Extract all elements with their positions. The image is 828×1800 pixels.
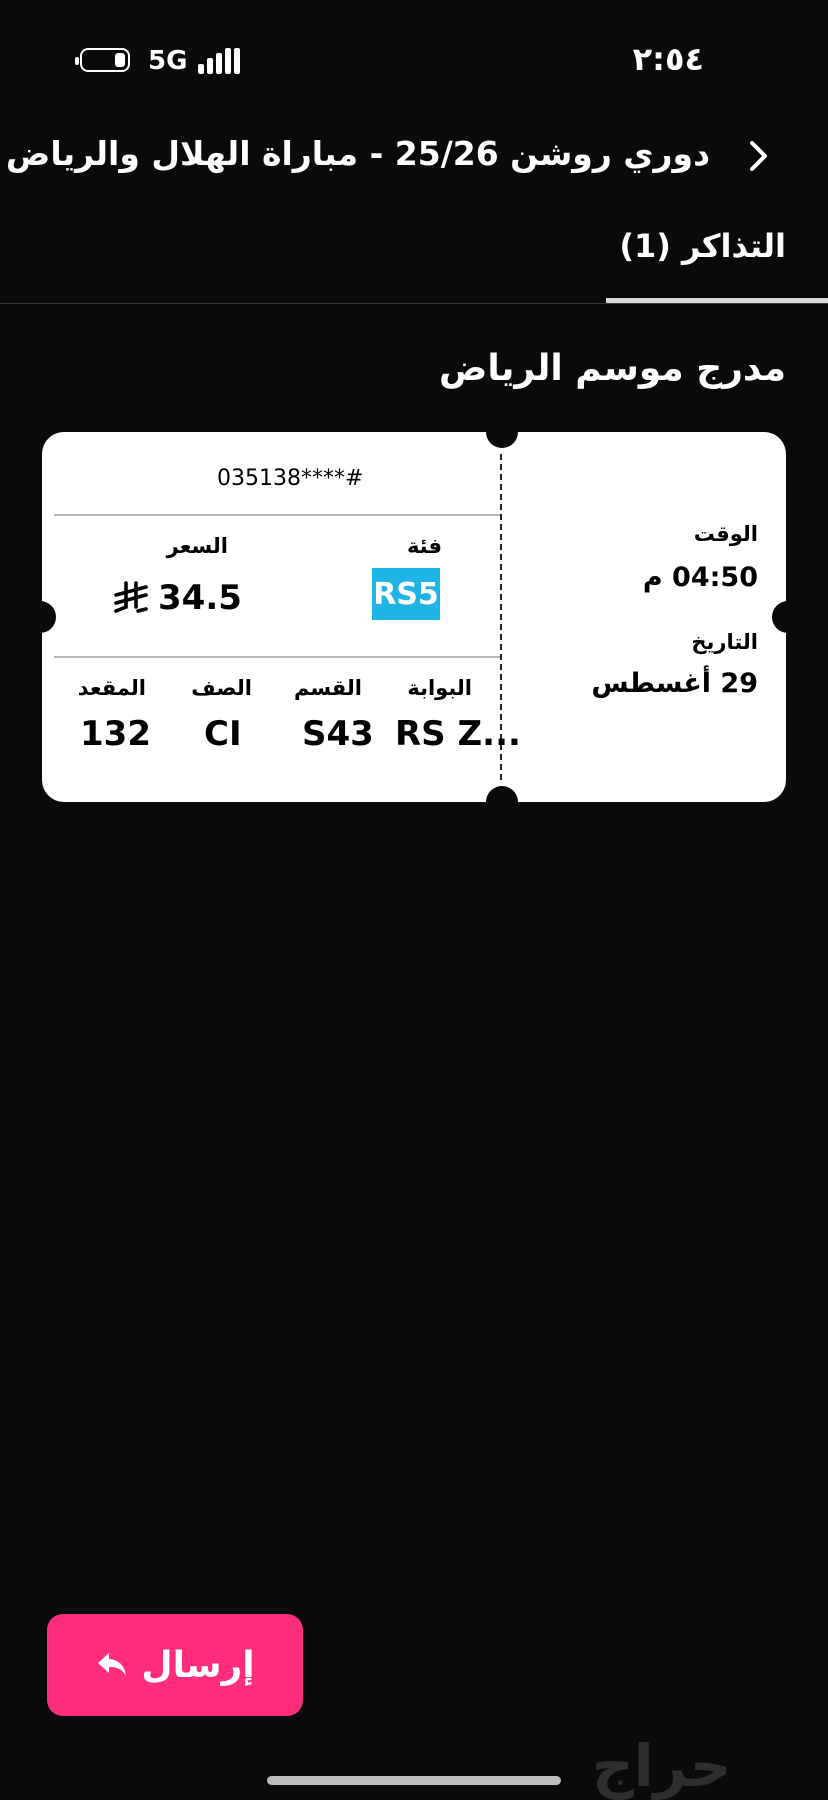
watermark-logo: حراج [592,1732,732,1800]
category-badge: RS5 [372,568,440,620]
date-value: 29 أغسطس [591,668,758,699]
price-row: 34.5 [112,578,242,618]
section-label: القسم [293,676,362,700]
home-indicator[interactable] [267,1776,561,1785]
tab-tickets-label: التذاكر (1) [619,227,786,265]
status-time: ٢:٥٤ [632,40,704,78]
gate-value: RS Z... [395,714,521,754]
send-button[interactable]: إرسال [47,1614,303,1716]
section-value: S43 [302,714,374,754]
gate-label: البوابة [407,676,472,700]
seat-value: 132 [80,714,151,754]
saudi-riyal-icon [114,581,148,613]
send-button-label: إرسال [141,1644,255,1686]
time-label: الوقت [693,522,758,546]
app-header: دوري روشن 25/26 - مباراة الهلال والرياض [0,120,828,200]
ticket-number: 035138****# [217,466,364,491]
time-value: 04:50 م [642,562,758,593]
category-label: فئة [406,534,442,558]
status-bar: 5G ٢:٥٤ [0,40,828,84]
row-label: الصف [191,676,252,700]
ticket-divider [54,514,500,516]
network-type: 5G [148,46,188,76]
reply-arrow-icon [98,1653,127,1676]
signal-icon [198,48,242,74]
price-label: السعر [166,534,228,558]
tab-divider [0,303,828,304]
seat-label: المقعد [77,676,146,700]
venue-name: مدرج موسم الرياض [438,348,786,389]
ticket-notch-top [486,416,518,448]
chevron-right-icon[interactable] [740,138,776,174]
page-title: دوري روشن 25/26 - مباراة الهلال والرياض [5,134,710,173]
date-label: التاريخ [691,630,758,654]
price-value: 34.5 [158,578,242,618]
ticket-divider [54,656,500,658]
battery-icon [75,48,130,72]
ticket-notch-left [24,601,56,633]
ticket-card[interactable]: 035138****# فئة RS5 السعر 34.5 البوابة R… [24,416,804,818]
row-value: CI [204,714,242,754]
tab-tickets[interactable]: التذاكر (1) [606,225,828,305]
ticket-notch-bottom [486,786,518,818]
ticket-notch-right [772,601,804,633]
